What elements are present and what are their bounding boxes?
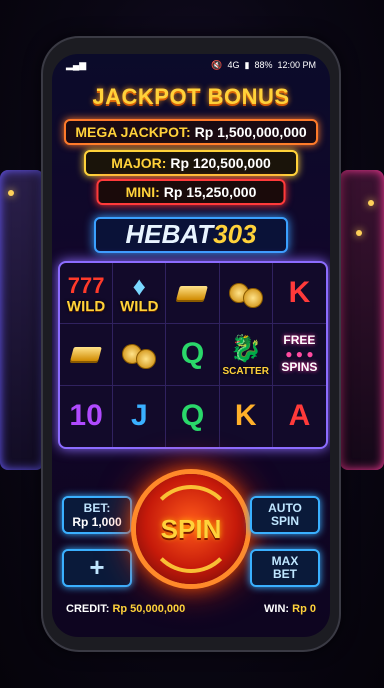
credit-label: CREDIT: <box>66 603 110 615</box>
footer-bar: CREDIT: Rp 50,000,000 WIN: Rp 0 <box>66 603 316 615</box>
mini-jackpot-label: MINI: <box>125 184 160 200</box>
signal-icon: ▂▄▆ <box>66 59 87 70</box>
slot-reels: 777 WILD ♦ WILD K Q 🐉 SCATTER FREE ● ● ●… <box>58 261 328 449</box>
reel-cell-coins <box>113 324 167 386</box>
background-light <box>356 230 362 236</box>
brand-logo: HEBAT303 <box>94 217 288 253</box>
phone-frame: ▂▄▆ 🔇 4G ▮ 88% 12:00 PM JACKPOT BONUS ME… <box>43 38 339 650</box>
reel-cell-gold-bars <box>60 324 114 386</box>
seven-icon: 777 <box>67 273 105 299</box>
bet-label: BET: <box>83 501 111 515</box>
win-value: Rp 0 <box>292 603 316 615</box>
reel-cell-diamond-wild: ♦ WILD <box>113 263 167 325</box>
reel-cell-gold-bars <box>166 263 220 325</box>
symbol-q: Q <box>180 399 205 433</box>
mute-icon: 🔇 <box>211 59 223 70</box>
mega-jackpot-label: MEGA JACKPOT: <box>75 124 191 140</box>
phone-screen: ▂▄▆ 🔇 4G ▮ 88% 12:00 PM JACKPOT BONUS ME… <box>52 54 330 637</box>
background-slot-machine-left <box>0 170 44 470</box>
background-light <box>368 200 374 206</box>
reel-cell-free-spins: FREE ● ● ● SPINS <box>272 324 326 386</box>
status-right: 🔇 4G ▮ 88% 12:00 PM <box>211 60 316 71</box>
reel-cell-coins <box>219 263 273 325</box>
major-jackpot-box: MAJOR: Rp 120,500,000 <box>84 150 298 176</box>
dragon-icon: 🐉 <box>229 332 262 363</box>
scatter-label: SCATTER <box>222 365 269 377</box>
network-label: 4G <box>227 60 240 70</box>
mega-jackpot-value: Rp 1,500,000,000 <box>194 124 307 140</box>
spin-button[interactable]: SPIN <box>136 474 246 584</box>
bet-value: Rp 1,000 <box>72 515 122 529</box>
battery-icon: ▮ <box>244 59 250 70</box>
spin-arrows-icon <box>147 485 235 573</box>
major-jackpot-value: Rp 120,500,000 <box>170 155 271 171</box>
max-bet-label: BET <box>273 567 297 581</box>
major-jackpot-label: MAJOR: <box>111 155 167 171</box>
brand-name: HEBAT <box>125 219 214 249</box>
mini-jackpot-value: Rp 15,250,000 <box>163 184 257 200</box>
coin-icon <box>136 349 157 370</box>
reel-cell-10: 10 <box>60 385 114 447</box>
reel-cell-q: Q <box>166 385 220 447</box>
reel-cell-777-wild: 777 WILD <box>60 263 114 325</box>
free-label: FREE <box>283 333 316 348</box>
symbol-q: Q <box>180 337 205 371</box>
mega-jackpot-box: MEGA JACKPOT: Rp 1,500,000,000 <box>64 119 318 145</box>
credit-display: CREDIT: Rp 50,000,000 <box>66 603 185 615</box>
reel-cell-k: K <box>220 385 273 447</box>
reel-cell-k: K <box>272 263 326 325</box>
background-light <box>8 190 14 196</box>
reel-cell-j: J <box>113 385 167 447</box>
gold-bar-icon <box>176 286 209 301</box>
symbol-a: A <box>288 399 311 433</box>
wild-label: WILD <box>120 298 159 316</box>
reel-cell-a: A <box>273 386 326 447</box>
credit-value: Rp 50,000,000 <box>112 603 186 615</box>
gold-bar-icon <box>70 347 102 362</box>
diamond-icon: ♦ <box>132 270 146 301</box>
clock: 12:00 PM <box>277 60 316 70</box>
bet-display[interactable]: BET: Rp 1,000 <box>62 496 132 534</box>
symbol-k: K <box>234 399 257 433</box>
status-bar: ▂▄▆ 🔇 4G ▮ 88% 12:00 PM <box>52 54 330 76</box>
increase-bet-button[interactable]: + <box>62 549 132 587</box>
win-label: WIN: <box>264 603 290 615</box>
reel-cell-scatter: 🐉 SCATTER <box>219 324 273 386</box>
symbol-10: 10 <box>69 399 103 433</box>
wild-label: WILD <box>66 298 106 316</box>
auto-spin-label: SPIN <box>270 514 299 528</box>
coin-icon <box>242 288 263 309</box>
jackpot-title: JACKPOT BONUS <box>92 84 290 109</box>
mini-jackpot-box: MINI: Rp 15,250,000 <box>96 179 286 205</box>
symbol-k: K <box>288 276 311 310</box>
max-bet-button[interactable]: MAX BET <box>250 549 320 587</box>
reel-cell-q: Q <box>166 324 220 386</box>
symbol-j: J <box>130 399 148 433</box>
background-slot-machine-right <box>340 170 384 470</box>
battery-level: 88% <box>254 60 273 70</box>
auto-spin-button[interactable]: AUTO SPIN <box>250 496 320 534</box>
spins-label: SPINS <box>281 360 318 375</box>
brand-number: 303 <box>213 219 257 249</box>
win-display: WIN: Rp 0 <box>264 603 316 615</box>
